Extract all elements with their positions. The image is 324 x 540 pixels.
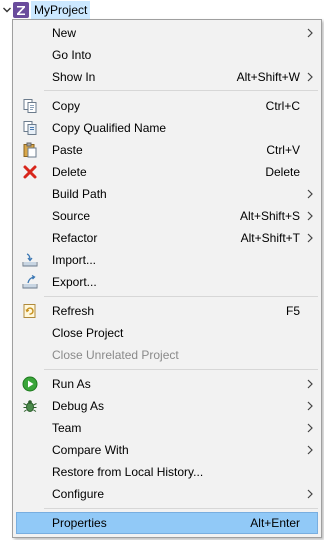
menu-item-copy-qualified-name[interactable]: Copy Qualified Name [16,117,318,139]
menu-item-label: Export... [52,275,97,289]
menu-item-team[interactable]: Team [16,417,318,439]
menu-item-label: Go Into [52,48,92,62]
copy-qualified-name-icon [23,121,37,135]
menu-separator [44,296,318,297]
submenu-arrow-icon [307,489,313,499]
menu-item-label: Delete [52,165,87,179]
menu-separator [44,90,318,91]
menu-item-label: Show In [52,70,96,84]
menu-item-show-in[interactable]: Show In Alt+Shift+W [16,66,318,88]
menu-item-restore-from-local-history[interactable]: Restore from Local History... [16,461,318,483]
submenu-arrow-icon [307,423,313,433]
menu-item-new[interactable]: New [16,22,318,44]
context-menu: New Go Into Show In Alt+Shift+W Copy Ctr… [12,19,322,538]
menu-item-refresh[interactable]: Refresh F5 [16,300,318,322]
menu-item-label: Copy Qualified Name [52,121,167,135]
menu-item-label: Paste [52,143,83,157]
menu-item-compare-with[interactable]: Compare With [16,439,318,461]
menu-item-label: Restore from Local History... [52,465,204,479]
menu-item-label: Source [52,209,91,223]
submenu-arrow-icon [307,401,313,411]
menu-item-close-project[interactable]: Close Project [16,322,318,344]
submenu-arrow-icon [307,233,313,243]
paste-icon [23,142,37,158]
menu-item-go-into[interactable]: Go Into [16,44,318,66]
project-label[interactable]: MyProject [31,1,91,19]
menu-item-build-path[interactable]: Build Path [16,183,318,205]
menu-item-run-as[interactable]: Run As [16,373,318,395]
menu-item-paste[interactable]: Paste Ctrl+V [16,139,318,161]
menu-item-label: Properties [52,516,107,530]
menu-item-shortcut: F5 [285,304,300,318]
menu-item-label: Refresh [52,304,95,318]
menu-item-delete[interactable]: Delete Delete [16,161,318,183]
menu-item-properties[interactable]: Properties Alt+Enter [16,512,318,534]
menu-item-shortcut: Ctrl+C [265,99,300,113]
menu-item-debug-as[interactable]: Debug As [16,395,318,417]
menu-item-shortcut: Alt+Shift+T [240,231,300,245]
submenu-arrow-icon [307,211,313,221]
menu-item-label: Close Unrelated Project [52,348,179,362]
submenu-arrow-icon [307,72,313,82]
delete-icon [23,165,37,179]
submenu-arrow-icon [307,445,313,455]
menu-item-label: Debug As [52,399,105,413]
menu-item-label: Compare With [52,443,129,457]
menu-item-label: Refactor [52,231,98,245]
run-icon [22,376,38,392]
menu-item-label: Run As [52,377,91,391]
menu-item-label: New [52,26,77,40]
menu-item-shortcut: Ctrl+V [266,143,300,157]
debug-icon [23,400,37,412]
chevron-down-icon[interactable] [3,4,11,16]
submenu-arrow-icon [307,189,313,199]
menu-item-label: Copy [52,99,81,113]
menu-item-source[interactable]: Source Alt+Shift+S [16,205,318,227]
menu-item-refactor[interactable]: Refactor Alt+Shift+T [16,227,318,249]
submenu-arrow-icon [307,28,313,38]
menu-separator [44,508,318,509]
menu-item-shortcut: Delete [265,165,300,179]
refresh-icon [23,304,36,318]
menu-item-label: Import... [52,253,97,267]
copy-icon [23,99,37,113]
menu-item-label: Close Project [52,326,124,340]
menu-item-shortcut: Alt+Shift+S [239,209,300,223]
submenu-arrow-icon [307,379,313,389]
menu-item-copy[interactable]: Copy Ctrl+C [16,95,318,117]
menu-item-import[interactable]: Import... [16,249,318,271]
menu-separator [44,369,318,370]
menu-item-label: Build Path [52,187,107,201]
menu-item-shortcut: Alt+Shift+W [236,70,300,84]
menu-item-configure[interactable]: Configure [16,483,318,505]
project-z-icon [13,2,29,18]
menu-item-shortcut: Alt+Enter [250,516,300,530]
menu-item-close-unrelated-project: Close Unrelated Project [16,344,318,366]
export-icon [22,274,38,289]
menu-item-export[interactable]: Export... [16,271,318,293]
menu-item-label: Configure [52,487,105,501]
menu-item-label: Team [52,421,82,435]
import-icon [22,253,38,267]
